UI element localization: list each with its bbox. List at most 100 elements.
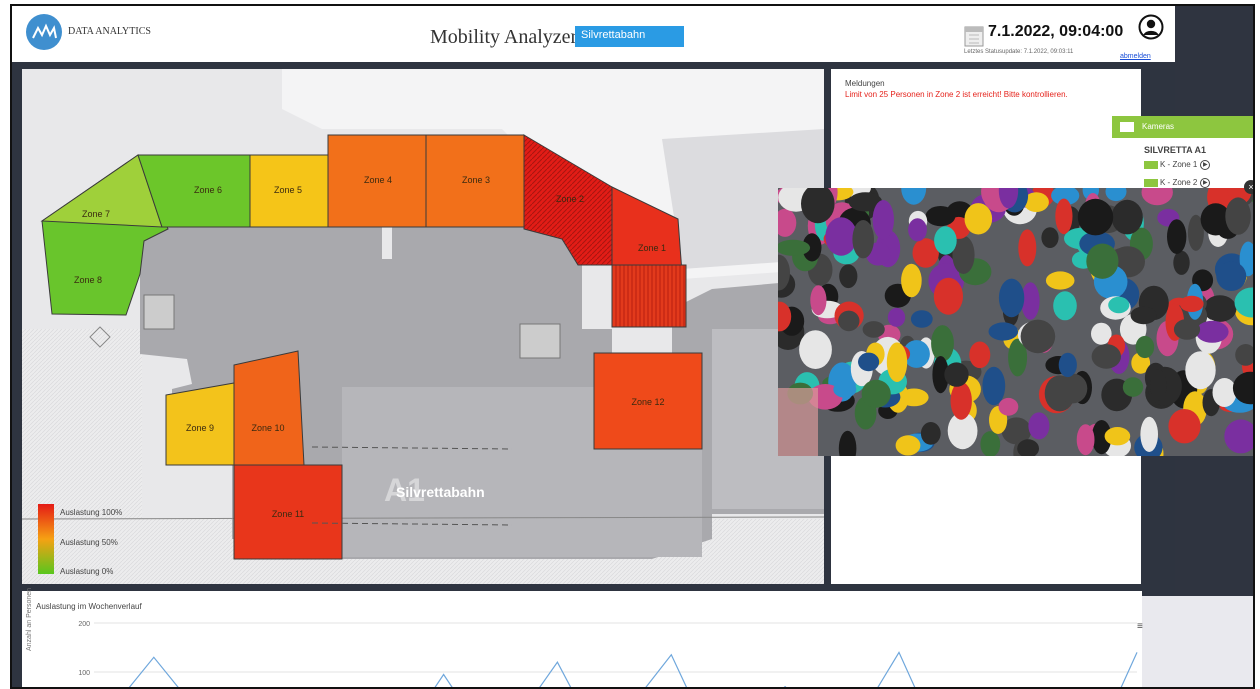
zone-label: Zone 12 <box>631 397 664 407</box>
cameras-header[interactable]: Kameras <box>1112 116 1253 138</box>
crowd-person <box>1179 295 1204 312</box>
crowd-person <box>838 310 860 332</box>
crowd-person <box>825 217 858 256</box>
crowd-person <box>1058 352 1077 378</box>
crowd-person <box>1058 373 1088 404</box>
crowd-person <box>988 322 1019 341</box>
crowd-person <box>1111 199 1143 235</box>
zone-label: Zone 7 <box>82 209 110 219</box>
stairs-icon <box>519 323 561 359</box>
crowd-person <box>1168 409 1201 444</box>
crowd-person <box>982 366 1006 406</box>
zone-label: Zone 3 <box>462 175 490 185</box>
crowd-person <box>1216 261 1247 291</box>
crowd-person <box>1185 351 1216 390</box>
crowd-person <box>1135 335 1155 359</box>
crowd-person <box>1053 291 1077 321</box>
zone-label: Zone 6 <box>194 185 222 195</box>
floor-map: Zone 1 Zone 2 Zone 3 Zone 4 Zone 5 Zone 6 Zone… <box>22 69 824 584</box>
crowd-person <box>839 264 858 289</box>
hatched-ground <box>22 329 142 519</box>
crowd-person <box>1203 295 1237 322</box>
floor-plan: Zone 1 Zone 2 Zone 3 Zone 4 Zone 5 Zone 6 Zone… <box>22 69 824 584</box>
user-icon[interactable] <box>1138 14 1164 40</box>
right-sidebar-bottom <box>1142 596 1253 687</box>
camera-item-zone-1[interactable]: K - Zone 1 ▶ <box>1144 160 1211 170</box>
crowd-person <box>1173 319 1201 340</box>
close-icon[interactable]: × <box>1244 180 1253 194</box>
camera-item-label: K - Zone 2 <box>1160 178 1198 188</box>
crowd-person <box>852 220 874 259</box>
play-icon[interactable]: ▶ <box>1200 160 1211 170</box>
crowd-person <box>858 352 880 372</box>
crowd-person <box>1167 219 1187 254</box>
play-icon[interactable]: ▶ <box>1200 178 1211 188</box>
crowd-person <box>1091 344 1121 369</box>
zone-label: Zone 5 <box>274 185 302 195</box>
occupancy-series-line <box>128 651 1138 687</box>
camera-section-title: SILVRETTA A1 <box>1144 145 1207 155</box>
top-header: DATA ANALYTICS Mobility Analyzer Silvret… <box>12 6 1175 62</box>
crowd-person <box>799 330 832 369</box>
cameras-header-label: Kameras <box>1142 122 1175 131</box>
status-update: Letztes Statusupdate: 7.1.2022, 09:03:11 <box>964 49 1074 55</box>
video-camera-icon <box>1120 122 1134 132</box>
crowd-person <box>933 277 963 315</box>
logout-link[interactable]: abmelden <box>1120 53 1151 60</box>
chart-title: Auslastung im Wochenverlauf <box>36 602 142 611</box>
crowd-person <box>1077 198 1114 236</box>
crowd-person <box>920 422 941 445</box>
crowd-person <box>910 310 933 328</box>
crowd-person <box>998 278 1025 318</box>
messages-title: Meldungen <box>845 79 885 88</box>
weekly-line-chart: 200 100 <box>78 621 1138 687</box>
crowd-person <box>1195 320 1229 343</box>
crowd-person <box>895 435 921 456</box>
crowd-person <box>944 362 969 387</box>
legend-low: Auslastung 0% <box>60 567 114 576</box>
zone-label: Zone 4 <box>364 175 392 185</box>
brand-name: DATA ANALYTICS <box>68 26 151 37</box>
crowd-person <box>1041 227 1059 248</box>
crowd-person <box>886 342 908 382</box>
legend-mid: Auslastung 50% <box>60 538 118 547</box>
zone-label: Zone 2 <box>556 194 584 204</box>
legend-high: Auslastung 100% <box>60 508 123 517</box>
crowd-person <box>950 381 972 420</box>
crowd-person <box>1086 243 1119 279</box>
zone-10[interactable] <box>233 350 305 466</box>
crowd-person <box>861 379 891 408</box>
y-tick-label: 200 <box>78 621 90 628</box>
camera-item-zone-2[interactable]: K - Zone 2 ▶ <box>1144 178 1211 188</box>
crowd-person <box>969 341 991 369</box>
camera-feed-video[interactable] <box>778 188 1253 456</box>
crowd-person <box>1028 412 1050 440</box>
legend-gradient <box>38 504 54 574</box>
crowd-person <box>833 381 857 398</box>
y-tick-label: 100 <box>78 670 90 677</box>
crowd-person <box>980 431 1001 456</box>
crowd-person <box>931 325 954 362</box>
zone-label: Zone 9 <box>186 423 214 433</box>
brand-logo <box>26 14 62 50</box>
chart-menu-icon[interactable]: ≡ <box>1137 621 1143 632</box>
crowd-person <box>1122 377 1144 397</box>
calendar-icon <box>964 26 984 47</box>
stairs-icon <box>143 294 175 330</box>
crowd-person <box>901 263 922 298</box>
cameras-panel: Kameras SILVRETTA A1 K - Zone 1 ▶ K - Zon… <box>1112 116 1253 194</box>
crowd-person <box>925 206 956 227</box>
crowd-fence <box>778 388 818 456</box>
crowd-person <box>1150 369 1167 401</box>
location-select[interactable]: Silvrettabahn <box>575 26 684 47</box>
zone-label: Zone 10 <box>251 423 284 433</box>
crowd-person <box>810 285 827 316</box>
station-name: Silvrettabahn <box>396 484 485 500</box>
mountain-logo-icon <box>32 23 57 39</box>
zone-1-stairs <box>611 264 687 328</box>
crowd-person <box>1104 427 1131 446</box>
crowd-person <box>964 203 993 235</box>
zone-label: Zone 8 <box>74 275 102 285</box>
crowd-person <box>862 321 885 338</box>
app-window: DATA ANALYTICS Mobility Analyzer Silvret… <box>10 4 1255 689</box>
